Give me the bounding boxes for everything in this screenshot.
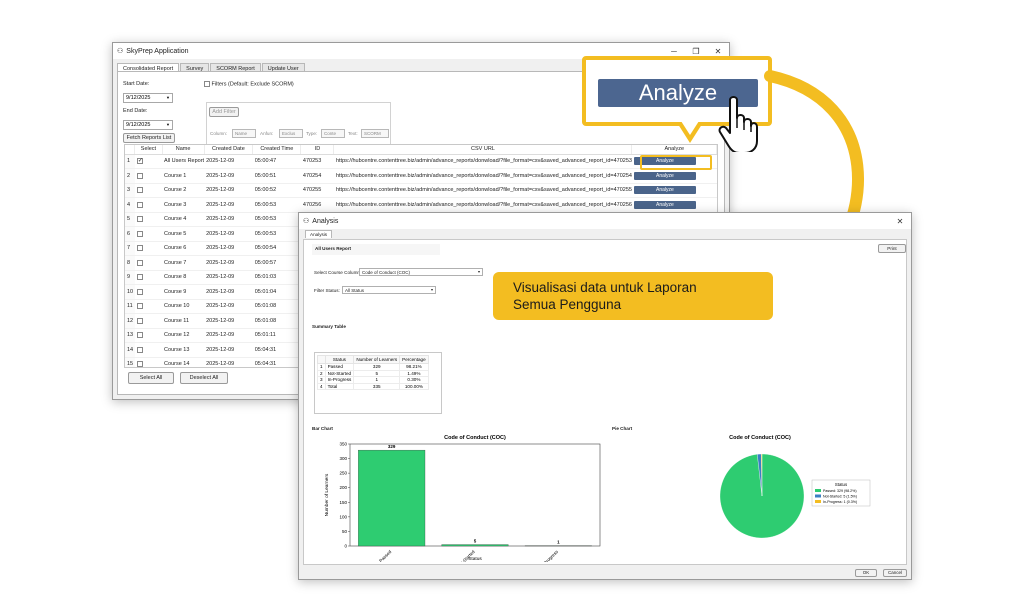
summary-index: 4 [317,382,326,390]
summary-row: 4 Total 335 100.00% [317,382,429,390]
close-icon[interactable]: ✕ [889,217,911,226]
course-column-value: Code of Conduct (COC) [362,270,411,275]
pie-legend-title: Status [835,482,847,487]
y-tick-label: 150 [339,500,347,505]
analysis-tabs: Analysis [305,230,333,238]
summary-status: In-Progress [324,376,355,384]
bar-not-started [441,544,509,547]
bar-data-label: 329 [388,444,396,449]
bar-chart: Code of Conduct (COC) 0 50 100 150 200 250 300 3… [324,435,601,562]
x-tick-label: Passed [378,549,393,562]
analysis-titlebar: ⚇ Analysis ✕ [299,213,911,229]
print-button[interactable]: Print [878,244,906,253]
tab-analysis[interactable]: Analysis [305,230,333,238]
y-tick-label: 250 [339,471,347,476]
bar-data-label: 5 [474,539,477,544]
summary-header-row: Status Number of Learners Percentage [317,355,429,364]
y-tick-label: 50 [342,529,348,534]
pie-legend-swatch [815,489,821,492]
report-title-box: All Users Report [312,244,440,255]
ok-button[interactable]: OK [855,569,877,577]
pie-legend-entry: In-Progress: 1 (0.3%) [823,500,857,504]
filter-status-select[interactable]: All Status ▾ [342,286,436,294]
chevron-down-icon: ▾ [430,287,433,292]
analysis-window: ⚇ Analysis ✕ Analysis All Users Report P… [298,212,912,580]
y-tick-label: 200 [339,485,347,490]
filter-status-label: Filter Status: [314,288,340,293]
x-tick-label: In-Progress [539,549,560,562]
bar-chart-label: Bar Chart [312,426,333,431]
pie-legend-swatch [815,500,821,503]
pie-chart-title: Code of Conduct (COC) [729,435,791,441]
chevron-down-icon: ▾ [477,269,480,274]
analysis-window-title: Analysis [312,217,339,225]
pie-legend-swatch [815,494,821,498]
summary-row: 1 Passed 329 98.21% [317,363,429,371]
bar-passed [358,449,426,547]
caption-line-2: Semua Pengguna [513,297,622,312]
pie-legend-entry: Not-Started: 5 (1.5%) [823,495,857,499]
app-icon: ⚇ [303,218,310,225]
course-column-select[interactable]: Code of Conduct (COC) ▾ [359,268,483,276]
y-tick-label: 0 [344,544,347,549]
summary-status: Not-Started [324,369,355,377]
summary-table-label: Summary Table [312,324,346,329]
summary-index-header [317,355,326,364]
pie-legend-entry: Passed: 329 (98.2%) [823,489,857,493]
summary-status: Total [324,382,355,390]
caption-note: Visualisasi data untuk Laporan Semua Pen… [493,272,773,320]
bar-data-label: 1 [557,540,560,545]
summary-header-status: Status [324,355,355,364]
summary-header-learners: Number of Learners [353,355,401,364]
pie-chart-label: Pie Chart [612,426,633,431]
bar-chart-title: Code of Conduct (COC) [444,435,506,441]
summary-table: Status Number of Learners Percentage 1 Pa… [314,352,442,414]
cancel-button[interactable]: Cancel [883,569,907,577]
select-course-label: Select Course Column: [314,270,362,275]
report-title: All Users Report [315,246,351,251]
y-axis-label: Number of Learners [324,473,330,516]
summary-header-percentage: Percentage [399,355,429,364]
y-tick-label: 300 [339,456,347,461]
y-tick-label: 100 [339,514,347,519]
filter-status-value: All Status [345,288,365,293]
y-tick-label: 350 [339,442,347,447]
x-axis-label: Status [468,556,482,562]
caption-line-1: Visualisasi data untuk Laporan [513,280,697,295]
summary-learners: 335 [353,382,401,390]
pie-chart: Code of Conduct (COC) Status Passed: 329 (… [719,435,871,539]
summary-percentage: 100.00% [399,382,429,390]
